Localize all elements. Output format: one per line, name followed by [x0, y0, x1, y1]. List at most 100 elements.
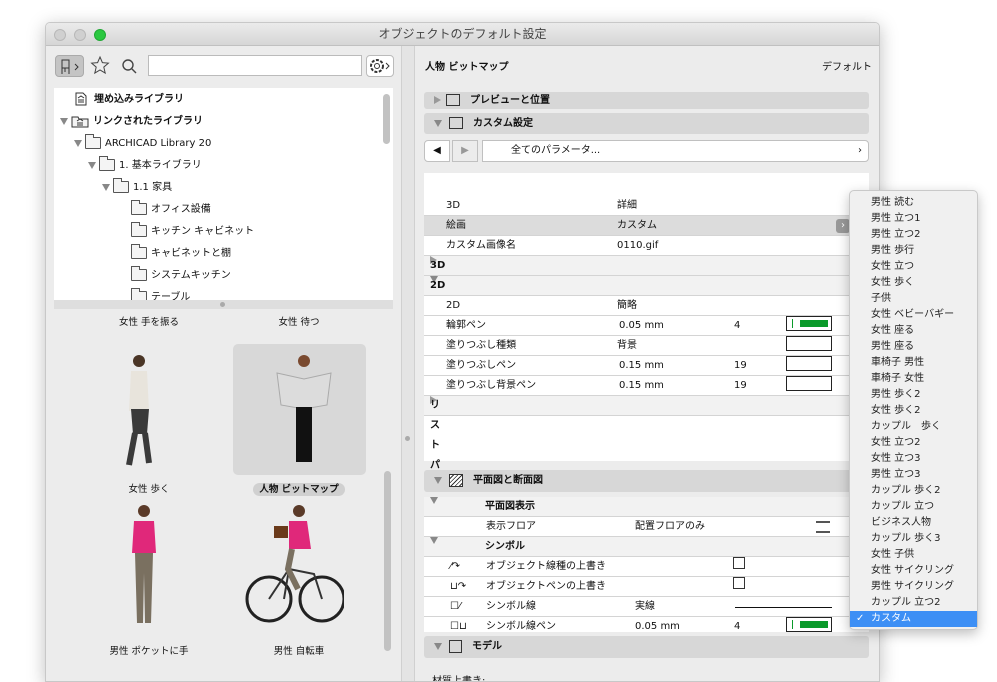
menu-item[interactable]: ✓ カスタム — [850, 611, 977, 627]
panel-divider[interactable] — [401, 46, 415, 681]
disclosure-open-icon[interactable] — [430, 497, 438, 504]
object-type-button[interactable] — [55, 55, 84, 77]
disclosure-closed-icon[interactable] — [434, 96, 441, 104]
menu-item[interactable]: 女性 ベビーバギー — [850, 307, 977, 323]
group-list-params[interactable]: リストパラメータ — [424, 396, 869, 551]
group-symbol[interactable]: シンボル — [424, 537, 869, 557]
favorites-button[interactable] — [90, 55, 110, 77]
menu-item[interactable]: 男性 サイクリング — [850, 579, 977, 595]
menu-item[interactable]: カップル 立つ2 — [850, 595, 977, 611]
pen-swatch[interactable] — [786, 356, 832, 371]
tree-item-folder[interactable]: テーブル — [131, 288, 190, 300]
person-bitmap-thumb[interactable] — [269, 351, 339, 471]
menu-item[interactable]: 男性 座る — [850, 339, 977, 355]
menu-item[interactable]: カップル 立つ — [850, 499, 977, 515]
menu-item[interactable]: 男性 読む — [850, 195, 977, 211]
search-input[interactable] — [148, 55, 362, 76]
menu-item[interactable]: 車椅子 女性 — [850, 371, 977, 387]
thumb-label[interactable]: 女性 待つ — [224, 314, 374, 328]
disclosure-open-icon[interactable] — [60, 117, 68, 125]
menu-item[interactable]: ビジネス人物 — [850, 515, 977, 531]
group-2d-display[interactable]: 2D表示 — [424, 276, 869, 331]
pen-swatch[interactable] — [786, 376, 832, 391]
thumb-label[interactable]: 男性 ポケットに手 — [74, 643, 224, 657]
dropdown-arrow-button[interactable]: › — [836, 219, 850, 233]
man-bicycle-thumb[interactable] — [244, 501, 344, 636]
menu-item[interactable]: 女性 座る — [850, 323, 977, 339]
tree-item-folder[interactable]: キャビネットと棚 — [131, 244, 231, 264]
next-button[interactable]: ▶ — [452, 140, 478, 162]
panel-splitter[interactable] — [54, 300, 393, 309]
tree-scrollbar[interactable] — [383, 94, 390, 144]
pen-swatch[interactable] — [786, 617, 832, 632]
tree-item-folder[interactable]: システムキッチン — [131, 266, 231, 286]
tree-item-archicad-library[interactable]: ARCHICAD Library 20 — [74, 134, 211, 154]
menu-item[interactable]: 女性 立つ — [850, 259, 977, 275]
menu-item[interactable]: 子供 — [850, 291, 977, 307]
disclosure-open-icon[interactable] — [102, 183, 110, 191]
menu-item[interactable]: 車椅子 男性 — [850, 355, 977, 371]
grid-scrollbar[interactable] — [384, 471, 391, 651]
param-row[interactable]: ⊔↷ オブジェクトペンの上書き — [424, 577, 869, 597]
section-custom-settings[interactable]: カスタム設定 — [424, 113, 869, 134]
disclosure-open-icon[interactable] — [434, 476, 442, 484]
menu-item[interactable]: 女性 歩く2 — [850, 403, 977, 419]
menu-item[interactable]: 男性 歩く2 — [850, 387, 977, 403]
param-row[interactable]: 塗りつぶし種類 背景 — [424, 336, 869, 356]
group-plan-display[interactable]: 平面図表示 — [424, 497, 869, 517]
param-row[interactable]: カスタム画像名 0110.gif — [424, 236, 869, 256]
thumb-label-selected[interactable]: 人物 ビットマップ — [224, 481, 374, 496]
menu-item[interactable]: 女性 子供 — [850, 547, 977, 563]
param-row[interactable]: 塗りつぶし背景ペン 0.15 mm 19 — [424, 376, 869, 396]
param-row[interactable]: 3D 詳細 — [424, 196, 869, 216]
param-row[interactable]: 塗りつぶしペン 0.15 mm 19 — [424, 356, 869, 376]
menu-item[interactable]: 女性 立つ3 — [850, 451, 977, 467]
param-row[interactable]: 輪郭ペン 0.05 mm 4 — [424, 316, 869, 336]
tree-item-linked-library[interactable]: リンクされたライブラリ — [60, 112, 203, 132]
section-plan-section[interactable]: 平面図と断面図 — [424, 470, 869, 492]
menu-item[interactable]: カップル 歩く — [850, 419, 977, 435]
disclosure-open-icon[interactable] — [434, 642, 442, 650]
tree-item-embedded-library[interactable]: 埋め込みライブラリ — [74, 90, 184, 110]
tree-item-furniture[interactable]: 1.1 家具 — [102, 178, 172, 198]
settings-menu-button[interactable] — [366, 55, 394, 77]
tree-item-basic-library[interactable]: 1. 基本ライブラリ — [88, 156, 202, 176]
override-pen-checkbox[interactable] — [733, 577, 745, 589]
zoom-button[interactable] — [94, 29, 106, 41]
search-button[interactable] — [120, 55, 138, 77]
tree-item-folder[interactable]: オフィス設備 — [131, 200, 211, 220]
param-row[interactable]: ⁄↷ オブジェクト線種の上書き — [424, 557, 869, 577]
section-preview[interactable]: プレビューと位置 — [424, 92, 869, 109]
disclosure-open-icon[interactable] — [434, 119, 442, 127]
param-row[interactable]: ☐⁄ シンボル線 実線 — [424, 597, 869, 617]
param-row[interactable]: 2D 簡略 — [424, 296, 869, 316]
menu-item[interactable]: 男性 立つ3 — [850, 467, 977, 483]
menu-item[interactable]: カップル 歩く2 — [850, 483, 977, 499]
prev-button[interactable]: ◀ — [424, 140, 450, 162]
thumb-label[interactable]: 男性 自転車 — [224, 643, 374, 657]
man-pocket-thumb[interactable] — [114, 501, 174, 636]
disclosure-open-icon[interactable] — [88, 161, 96, 169]
menu-item[interactable]: 女性 歩く — [850, 275, 977, 291]
menu-item[interactable]: 女性 サイクリング — [850, 563, 977, 579]
param-row[interactable]: 表示フロア 配置フロアのみ — [424, 517, 869, 537]
menu-item[interactable]: 女性 立つ2 — [850, 435, 977, 451]
close-button[interactable] — [54, 29, 66, 41]
parameter-selector[interactable]: 全てのパラメータ... › — [482, 140, 869, 162]
minimize-button[interactable] — [74, 29, 86, 41]
tree-item-folder[interactable]: キッチン キャビネット — [131, 222, 254, 242]
fill-swatch[interactable] — [786, 336, 832, 351]
override-line-checkbox[interactable] — [733, 557, 745, 569]
menu-item[interactable]: カップル 歩く3 — [850, 531, 977, 547]
pen-swatch[interactable] — [786, 316, 832, 331]
param-row-selected[interactable]: 絵画 カスタム › — [424, 216, 869, 236]
menu-item[interactable]: 男性 歩行 — [850, 243, 977, 259]
thumb-label[interactable]: 女性 手を振る — [74, 314, 224, 328]
disclosure-open-icon[interactable] — [74, 139, 82, 147]
param-row[interactable]: ☐⊔ シンボル線ペン 0.05 mm 4 — [424, 617, 869, 632]
group-3d-display[interactable]: 3D表示 — [424, 256, 869, 311]
disclosure-open-icon[interactable] — [430, 537, 438, 544]
section-model[interactable]: モデル — [424, 636, 869, 658]
woman-walking-thumb[interactable] — [109, 351, 169, 471]
thumb-label[interactable]: 女性 歩く — [74, 481, 224, 495]
